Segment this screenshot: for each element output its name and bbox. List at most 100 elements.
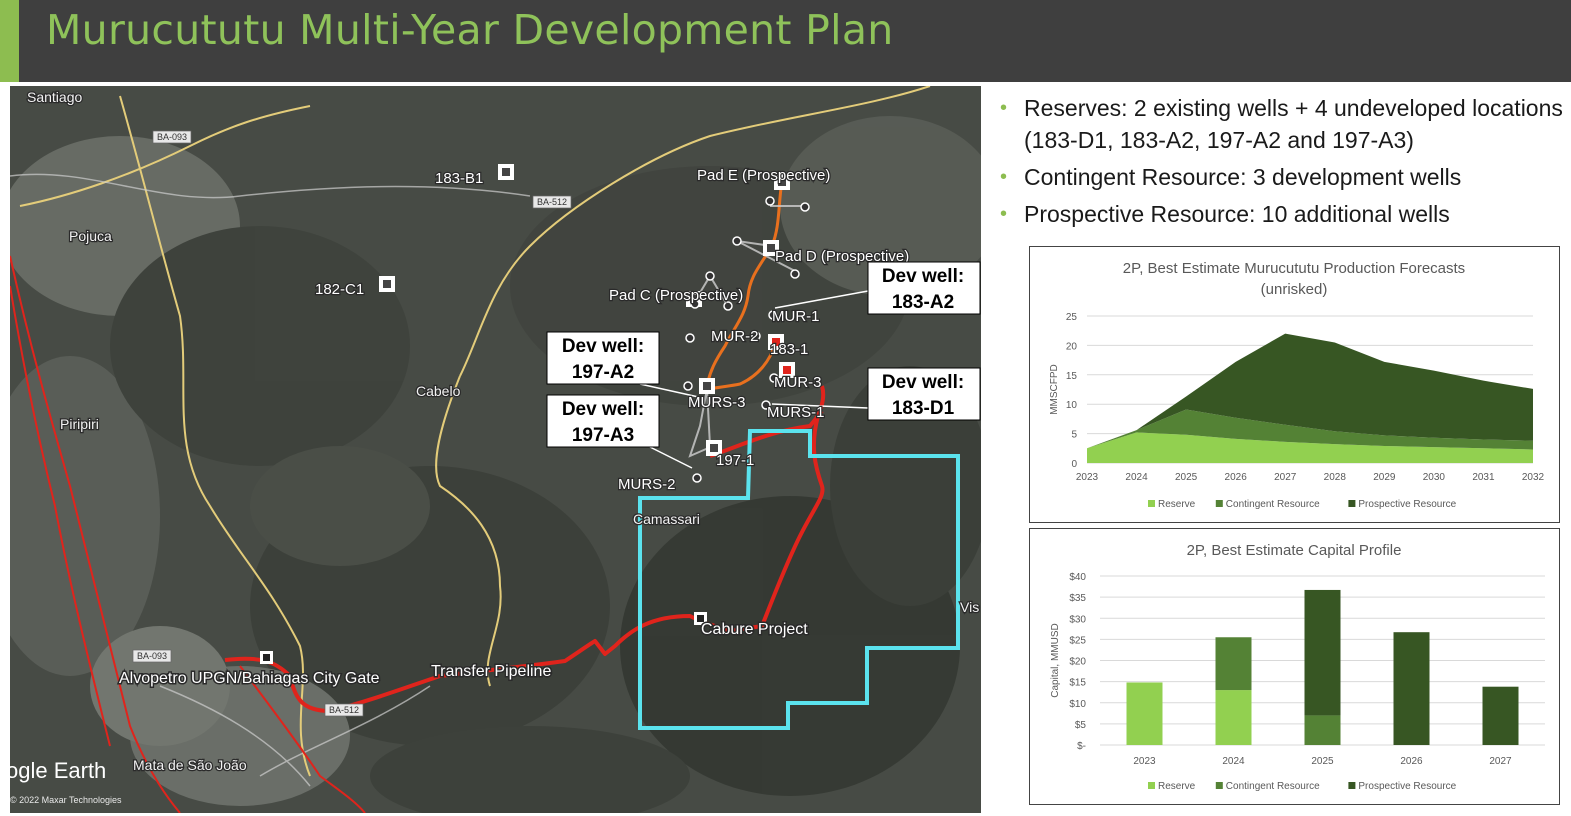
x-tick-label: 2023 <box>1076 472 1099 483</box>
well-label: MUR-2 <box>711 328 759 345</box>
x-tick-label: 2027 <box>1274 472 1297 483</box>
chart-title: 2P, Best Estimate Murucututu Production … <box>1123 260 1465 277</box>
bullet-list: • Reserves: 2 existing wells + 4 undevelo… <box>998 92 1568 235</box>
y-tick-label: $- <box>1077 741 1086 752</box>
legend-swatch <box>1148 500 1155 507</box>
google-earth-watermark: ogle Earth <box>10 758 106 783</box>
slide-header: Murucututu Multi-Year Development Plan <box>0 0 1571 82</box>
legend-label: Reserve <box>1158 781 1196 792</box>
place-label: Piripiri <box>60 416 99 432</box>
y-tick-label: 10 <box>1066 400 1078 411</box>
place-label: Mata de São João <box>133 757 247 773</box>
y-tick-label: 0 <box>1071 459 1077 470</box>
legend-swatch <box>1215 500 1223 507</box>
bar-segment <box>1304 589 1341 716</box>
legend-swatch <box>1148 782 1155 789</box>
road-label: BA-512 <box>329 705 359 715</box>
well-label: 197-1 <box>716 452 754 469</box>
callout-line1: Dev well: <box>882 266 964 287</box>
x-tick-label: 2025 <box>1311 756 1334 767</box>
well-label: Pad C (Prospective) <box>609 287 743 304</box>
road-label: BA-093 <box>157 132 187 142</box>
y-tick-label: $20 <box>1069 657 1086 668</box>
road-label: BA-512 <box>537 197 567 207</box>
map-canvas: BA-093 BA-512 BA-093 BA-512 Santiago Poj… <box>10 86 981 813</box>
y-tick-label: 20 <box>1066 341 1078 352</box>
y-axis-label: Capital, MMUSD <box>1050 623 1061 697</box>
y-tick-label: $10 <box>1069 699 1086 710</box>
bullet-text: Reserves: 2 existing wells + 4 undevelop… <box>1024 95 1563 153</box>
y-tick-label: $5 <box>1075 720 1087 731</box>
bar-segment <box>1215 637 1252 691</box>
satellite-map: BA-093 BA-512 BA-093 BA-512 Santiago Poj… <box>10 86 981 813</box>
place-label: Camassari <box>633 511 700 527</box>
facility-label: Transfer Pipeline <box>431 663 551 680</box>
callout-line1: Dev well: <box>562 336 644 357</box>
y-tick-label: $35 <box>1069 593 1086 604</box>
well-label: 183-1 <box>770 341 808 358</box>
bullet-item: • Reserves: 2 existing wells + 4 undevelo… <box>998 92 1568 156</box>
legend-label: Reserve <box>1158 499 1196 510</box>
callout-line2: 197-A3 <box>572 425 634 446</box>
y-tick-label: $15 <box>1069 678 1086 689</box>
y-tick-label: 25 <box>1066 312 1078 323</box>
legend-swatch <box>1348 500 1356 507</box>
x-tick-label: 2023 <box>1133 756 1156 767</box>
bar-segment <box>1304 715 1341 745</box>
x-tick-label: 2028 <box>1324 472 1347 483</box>
well-label: MURS-2 <box>618 476 676 493</box>
well-label: 182-C1 <box>315 281 364 298</box>
slide-title: Murucututu Multi-Year Development Plan <box>46 6 894 54</box>
x-tick-label: 2032 <box>1522 472 1545 483</box>
legend-swatch <box>1348 782 1356 789</box>
x-tick-label: 2025 <box>1175 472 1198 483</box>
y-tick-label: $40 <box>1069 572 1086 583</box>
x-tick-label: 2026 <box>1225 472 1248 483</box>
place-label: Vis <box>960 599 979 615</box>
y-tick-label: $30 <box>1069 614 1086 625</box>
bullet-dot-icon: • <box>1000 166 1008 188</box>
well-label: MURS-3 <box>688 394 746 411</box>
legend-label: Prospective Resource <box>1358 499 1456 510</box>
capital-profile-chart: 2P, Best Estimate Capital Profile $- $5 $10… <box>1029 528 1560 805</box>
bar-segment <box>1215 690 1252 745</box>
bullet-dot-icon: • <box>1000 203 1008 225</box>
y-axis-label: MMSCFPD <box>1049 364 1060 415</box>
place-label: Cabelo <box>416 383 461 399</box>
chart-title: 2P, Best Estimate Capital Profile <box>1187 542 1402 559</box>
place-label: Santiago <box>27 89 82 105</box>
well-label: MURS-1 <box>767 404 825 421</box>
bar-segment <box>1393 632 1430 745</box>
callout-line2: 197-A2 <box>572 362 634 383</box>
callout-line1: Dev well: <box>562 399 644 420</box>
x-tick-label: 2027 <box>1489 756 1512 767</box>
bullet-text: Contingent Resource: 3 development wells <box>1024 164 1462 190</box>
x-tick-label: 2024 <box>1222 756 1245 767</box>
well-label: MUR-3 <box>774 374 822 391</box>
legend-label: Contingent Resource <box>1226 781 1320 792</box>
legend-label: Prospective Resource <box>1358 781 1456 792</box>
bullet-item: • Prospective Resource: 10 additional wel… <box>998 198 1568 230</box>
callout-line2: 183-D1 <box>892 398 955 419</box>
bar-segment <box>1482 686 1519 745</box>
well-label: Pad E (Prospective) <box>697 167 830 184</box>
facility-label: Cabure Project <box>701 621 808 638</box>
legend-swatch <box>1215 782 1223 789</box>
bullet-text: Prospective Resource: 10 additional well… <box>1024 201 1450 227</box>
x-tick-label: 2026 <box>1400 756 1423 767</box>
x-tick-label: 2030 <box>1423 472 1446 483</box>
y-tick-label: 5 <box>1071 430 1077 441</box>
bar-segment <box>1126 682 1163 745</box>
y-tick-label: 15 <box>1066 371 1078 382</box>
callout-line1: Dev well: <box>882 372 964 393</box>
x-tick-label: 2024 <box>1125 472 1148 483</box>
bullet-item: • Contingent Resource: 3 development well… <box>998 161 1568 193</box>
facility-label: Alvopetro UPGN/Bahiagas City Gate <box>119 670 380 687</box>
production-chart-svg: 2P, Best Estimate Murucututu Production … <box>1049 260 1545 510</box>
road-label: BA-093 <box>137 651 167 661</box>
legend-label: Contingent Resource <box>1226 499 1320 510</box>
y-tick-label: $25 <box>1069 635 1086 646</box>
x-tick-label: 2031 <box>1472 472 1495 483</box>
map-copyright: © 2022 Maxar Technologies <box>10 795 122 805</box>
callout-line2: 183-A2 <box>892 292 954 313</box>
